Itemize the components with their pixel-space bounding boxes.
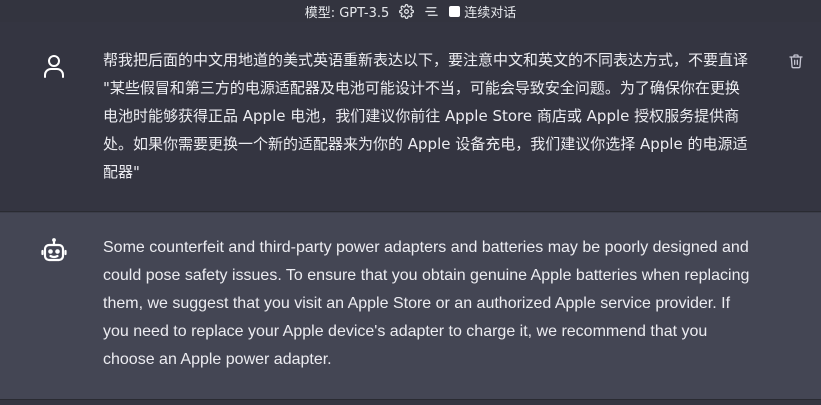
trash-icon[interactable]: [787, 52, 805, 70]
continuous-dialogue-toggle[interactable]: 连续对话: [449, 2, 516, 21]
bot-icon: [40, 237, 68, 265]
user-message-text: 帮我把后面的中文用地道的美式英语重新表达以下，要注意中文和英文的不同表达方式，不…: [103, 51, 749, 181]
top-bar: 模型: GPT-3.5 连续对话: [0, 0, 821, 22]
assistant-message: Some counterfeit and third-party power a…: [0, 213, 821, 400]
assistant-message-text: Some counterfeit and third-party power a…: [103, 239, 750, 368]
bottom-strip: [0, 400, 821, 405]
continuous-dialogue-label: 连续对话: [464, 5, 517, 21]
menu-lines-icon[interactable]: [424, 4, 439, 19]
user-message: 帮我把后面的中文用地道的美式英语重新表达以下，要注意中文和英文的不同表达方式，不…: [0, 22, 821, 212]
continuous-dialogue-checkbox[interactable]: [449, 5, 461, 17]
model-label: 模型: GPT-3.5: [304, 5, 390, 21]
model-selector[interactable]: 模型: GPT-3.5: [305, 2, 390, 21]
gear-icon[interactable]: [399, 3, 415, 19]
user-icon: [40, 52, 68, 80]
